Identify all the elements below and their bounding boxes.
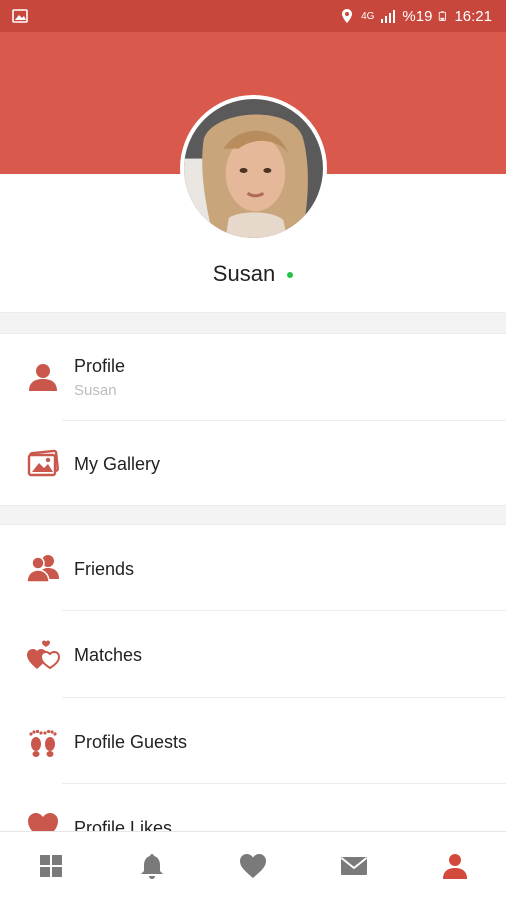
matches-hearts-icon [24,636,62,674]
menu-item-label: Profile Guests [74,732,188,752]
online-status-dot [287,272,294,278]
profile-name: Susan [212,261,276,286]
nav-messages-button[interactable] [324,836,384,896]
battery-percent: %19 [402,7,433,25]
heart-icon [239,854,266,878]
signal-icon [381,10,396,23]
menu-item-label: Profile [74,356,126,376]
grid-icon [39,855,62,877]
mail-icon [341,857,368,875]
section-divider [0,505,506,525]
menu-item-my-gallery[interactable]: My Gallery [0,421,506,505]
footprints-icon [24,722,62,760]
menu-item-profile-guests[interactable]: Profile Guests [0,698,506,783]
heart-icon [24,808,62,831]
gallery-icon [24,444,62,482]
nav-grid-button[interactable] [21,836,81,896]
bottom-navigation [0,831,506,900]
nav-likes-button[interactable] [223,836,283,896]
profile-name-row: Susan [0,258,506,290]
friends-icon [24,549,62,587]
menu-item-label: My Gallery [74,454,161,474]
network-label: 4G [361,10,375,22]
avatar-photo [184,99,323,238]
nav-notifications-button[interactable] [122,836,182,896]
menu-item-label: Matches [74,645,143,665]
nav-profile-button[interactable] [425,836,485,896]
battery-icon [439,11,447,21]
person-icon [24,358,62,396]
profile-icon [443,854,468,879]
avatar[interactable] [180,95,327,242]
menu-item-sublabel: Susan [74,382,117,399]
bell-icon [140,854,163,879]
section-divider [0,312,506,334]
status-bar: 4G %19 16:21 [0,0,506,32]
menu-item-profile[interactable]: Profile Susan [0,334,506,420]
menu-item-label: Friends [74,559,135,579]
menu-item-label: Profile Likes [74,818,173,831]
clock: 16:21 [454,7,492,25]
location-icon [342,9,353,23]
menu-item-friends[interactable]: Friends [0,525,506,610]
image-notification-icon [12,9,28,23]
menu-item-profile-likes[interactable]: Profile Likes [0,784,506,831]
menu-item-matches[interactable]: Matches [0,611,506,697]
